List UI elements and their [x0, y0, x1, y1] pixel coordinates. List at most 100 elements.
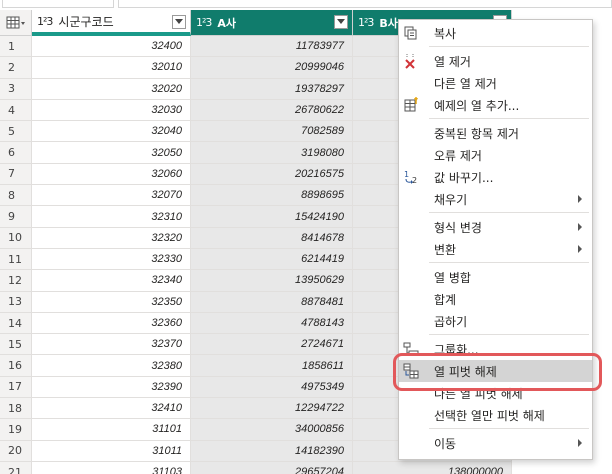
- column-name: B사: [379, 16, 398, 30]
- cell-code[interactable]: 32400: [32, 36, 191, 58]
- remove-column-icon: [403, 53, 419, 69]
- menu-item-remove-duplicates[interactable]: 중복된 항목 제거: [399, 122, 592, 144]
- cell-code[interactable]: 32070: [32, 185, 191, 207]
- table-menu-button[interactable]: [0, 10, 32, 36]
- row-number[interactable]: 13: [0, 291, 32, 313]
- formula-bar[interactable]: [118, 0, 612, 8]
- cell-a[interactable]: 12294722: [191, 398, 353, 420]
- menu-label: 변환: [434, 242, 457, 257]
- cell-a[interactable]: 6214419: [191, 248, 353, 271]
- menu-item-multiply[interactable]: 곱하기: [399, 310, 592, 332]
- row-number[interactable]: 5: [0, 121, 32, 143]
- column-header-code[interactable]: 1²3 시군구코드: [32, 10, 191, 36]
- row-number[interactable]: 3: [0, 78, 32, 100]
- row-number[interactable]: 1: [0, 36, 32, 58]
- menu-label: 곱하기: [434, 314, 468, 329]
- cell-a[interactable]: 4788143: [191, 312, 353, 335]
- cell-a[interactable]: 13950629: [191, 270, 353, 292]
- cell-code[interactable]: 32020: [32, 78, 191, 100]
- row-number[interactable]: 19: [0, 419, 32, 441]
- menu-item-fill[interactable]: 채우기: [399, 188, 592, 210]
- number-type-icon[interactable]: 1²3: [37, 15, 53, 28]
- column-from-examples-icon: [403, 97, 419, 113]
- cell-code[interactable]: 32050: [32, 142, 191, 164]
- menu-item-remove-other-columns[interactable]: 다른 열 제거: [399, 72, 592, 94]
- cell-code[interactable]: 32060: [32, 163, 191, 186]
- cell-a[interactable]: 14182390: [191, 440, 353, 462]
- cell-code[interactable]: 32380: [32, 355, 191, 377]
- cell-a[interactable]: 20216575: [191, 163, 353, 186]
- filter-dropdown-button[interactable]: [334, 15, 348, 29]
- cell-code[interactable]: 31011: [32, 440, 191, 462]
- menu-item-remove-column[interactable]: 열 제거: [399, 50, 592, 72]
- menu-item-replace-values[interactable]: 12 값 바꾸기...: [399, 166, 592, 188]
- cell-a[interactable]: 8414678: [191, 227, 353, 249]
- row-number[interactable]: 14: [0, 312, 32, 335]
- cell-a[interactable]: 1858611: [191, 355, 353, 377]
- cell-code[interactable]: 32310: [32, 206, 191, 228]
- cell-a[interactable]: 34000856: [191, 419, 353, 441]
- cell-a[interactable]: 7082589: [191, 121, 353, 143]
- row-number[interactable]: 16: [0, 355, 32, 377]
- menu-item-move[interactable]: 이동: [399, 432, 592, 454]
- row-number[interactable]: 2: [0, 57, 32, 79]
- number-type-icon[interactable]: 1²3: [196, 16, 212, 29]
- cell-a[interactable]: 8898695: [191, 185, 353, 207]
- cell-a[interactable]: 4975349: [191, 376, 353, 399]
- menu-item-copy[interactable]: 복사: [399, 22, 592, 44]
- menu-item-add-column-from-examples[interactable]: 예제의 열 추가...: [399, 94, 592, 116]
- cell-a[interactable]: 2724671: [191, 334, 353, 356]
- replace-values-icon: 12: [403, 169, 419, 185]
- cell-a[interactable]: 15424190: [191, 206, 353, 228]
- menu-separator: [429, 428, 589, 429]
- name-box[interactable]: [2, 0, 114, 8]
- cell-code[interactable]: 31101: [32, 419, 191, 441]
- cell-a[interactable]: 8878481: [191, 291, 353, 313]
- menu-item-transform[interactable]: 변환: [399, 238, 592, 260]
- menu-separator: [429, 212, 589, 213]
- row-number[interactable]: 11: [0, 248, 32, 271]
- row-number[interactable]: 18: [0, 398, 32, 420]
- cell-a[interactable]: 26780622: [191, 99, 353, 122]
- cell-code[interactable]: 32010: [32, 57, 191, 79]
- number-type-icon[interactable]: 1²3: [358, 16, 374, 29]
- row-number[interactable]: 17: [0, 376, 32, 399]
- cell-code[interactable]: 32410: [32, 398, 191, 420]
- menu-item-unpivot-only-selected[interactable]: 선택한 열만 피벗 해제: [399, 404, 592, 426]
- cell-code[interactable]: 32030: [32, 99, 191, 122]
- cell-a[interactable]: 20999046: [191, 57, 353, 79]
- cell-code[interactable]: 32040: [32, 121, 191, 143]
- row-number[interactable]: 7: [0, 163, 32, 186]
- menu-item-merge-columns[interactable]: 열 병합: [399, 266, 592, 288]
- cell-code[interactable]: 32350: [32, 291, 191, 313]
- row-number[interactable]: 9: [0, 206, 32, 228]
- row-number[interactable]: 4: [0, 99, 32, 122]
- cell-a[interactable]: 19378297: [191, 78, 353, 100]
- menu-label: 이동: [434, 436, 457, 451]
- cell-code[interactable]: 32320: [32, 227, 191, 249]
- cell-code[interactable]: 32340: [32, 270, 191, 292]
- cell-code[interactable]: 32330: [32, 248, 191, 271]
- cell-code[interactable]: 31103: [32, 461, 191, 474]
- row-number[interactable]: 6: [0, 142, 32, 164]
- row-number[interactable]: 20: [0, 440, 32, 462]
- filter-dropdown-button[interactable]: [172, 15, 186, 29]
- column-header-a[interactable]: 1²3 A사: [191, 10, 353, 36]
- cell-a[interactable]: 29657204: [191, 461, 353, 474]
- row-number[interactable]: 8: [0, 185, 32, 207]
- submenu-arrow-icon: [578, 195, 582, 203]
- menu-item-sum[interactable]: 합계: [399, 288, 592, 310]
- cell-a[interactable]: 11783977: [191, 36, 353, 58]
- cell-code[interactable]: 32360: [32, 312, 191, 335]
- menu-item-change-type[interactable]: 형식 변경: [399, 216, 592, 238]
- cell-code[interactable]: 32390: [32, 376, 191, 399]
- cell-a[interactable]: 3198080: [191, 142, 353, 164]
- table-row[interactable]: 21 31103 29657204 138000000: [0, 461, 512, 474]
- cell-code[interactable]: 32370: [32, 334, 191, 356]
- row-number[interactable]: 21: [0, 461, 32, 474]
- row-number[interactable]: 15: [0, 334, 32, 356]
- menu-item-remove-errors[interactable]: 오류 제거: [399, 144, 592, 166]
- cell-b[interactable]: 138000000: [353, 461, 512, 474]
- row-number[interactable]: 12: [0, 270, 32, 292]
- row-number[interactable]: 10: [0, 227, 32, 249]
